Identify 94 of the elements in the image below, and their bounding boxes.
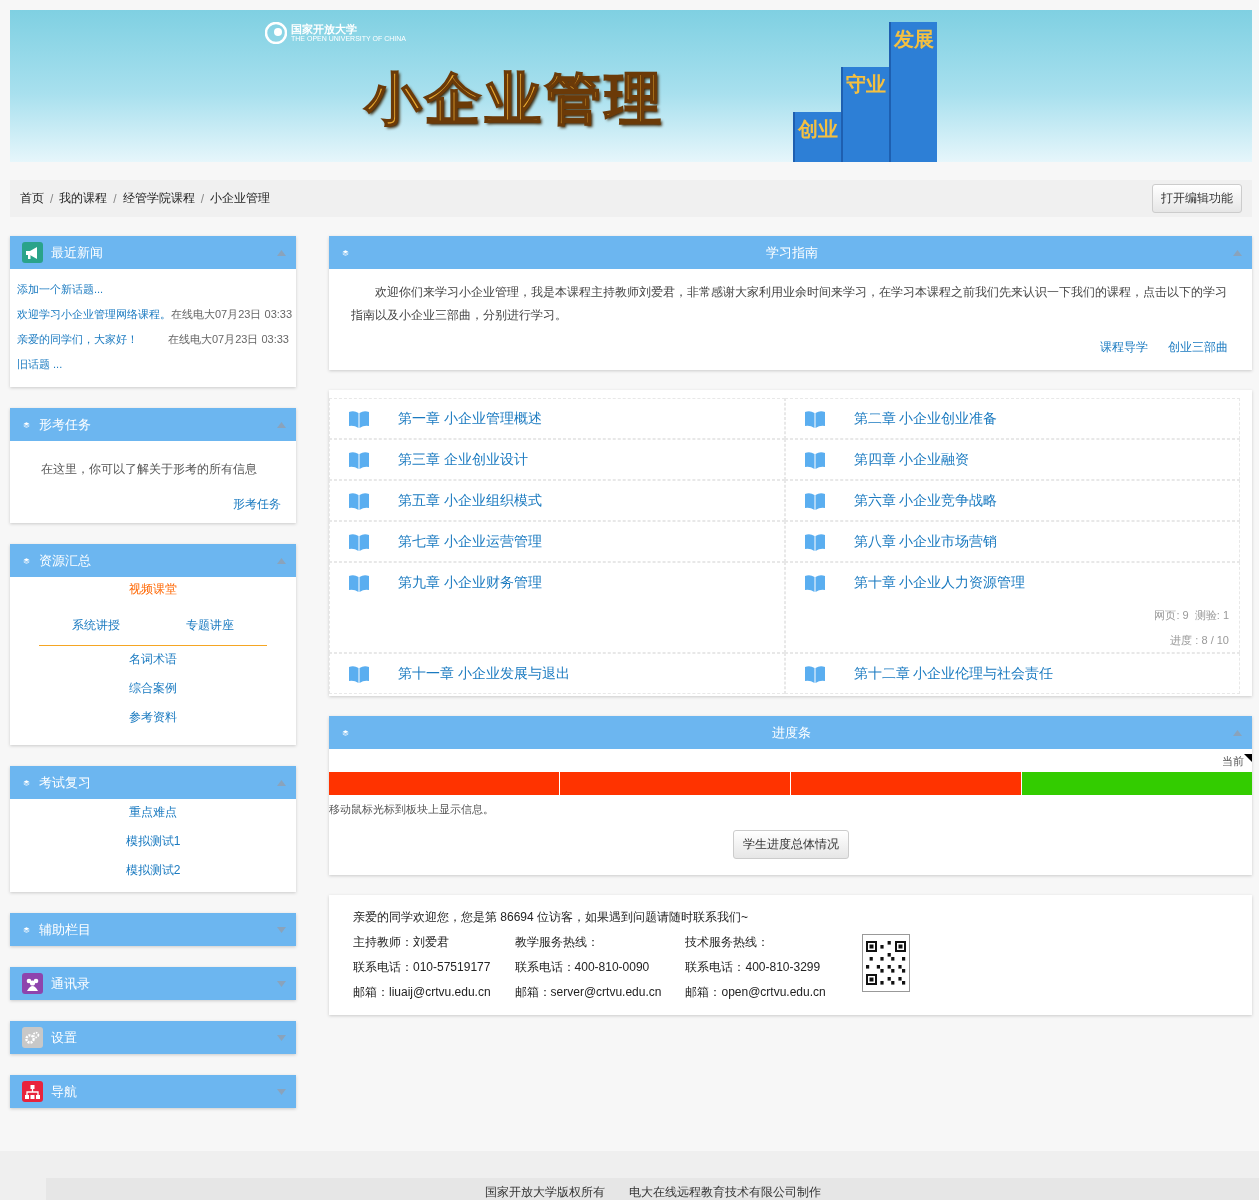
book-icon <box>803 664 826 683</box>
resource-link[interactable]: 参考资料 <box>129 704 177 733</box>
news-meta: 在线电大07月23日 03:33 <box>167 332 289 347</box>
chapter-link[interactable]: 第二章 小企业创业准备 <box>853 409 998 428</box>
progress-segment[interactable] <box>1022 772 1252 795</box>
resource-link[interactable]: 综合案例 <box>129 675 177 704</box>
book-icon <box>803 491 826 510</box>
resource-link[interactable]: 专题讲座 <box>186 612 234 641</box>
stair-step: 创业 <box>793 112 841 162</box>
book-icon <box>348 450 370 469</box>
contact-text: 邮箱：open@crtvu.edu.cn <box>685 984 826 1001</box>
progress-segment[interactable] <box>560 772 790 795</box>
breadcrumb-link[interactable]: 首页 <box>20 190 44 207</box>
book-icon <box>803 409 826 428</box>
book-icon <box>803 450 826 469</box>
chapter-link[interactable]: 第九章 小企业财务管理 <box>398 573 542 592</box>
chapter-link[interactable]: 第五章 小企业组织模式 <box>398 491 542 510</box>
footer-text: 电大在线远程教育技术有限公司制作 <box>628 1183 821 1200</box>
contact-text: 联系电话：010-57519177 <box>353 959 491 976</box>
hint-text: 移动鼠标光标到板块上显示信息。 <box>329 802 495 817</box>
video-link[interactable]: 视频课堂 <box>129 581 177 606</box>
book-icon <box>348 491 370 510</box>
banner-title: 小企业管理 <box>365 67 665 132</box>
edit-mode-button[interactable]: 打开编辑功能 <box>1152 184 1242 213</box>
book-icon <box>348 532 370 551</box>
book-icon <box>348 664 370 683</box>
panel-title: 考试复习 <box>39 773 92 792</box>
resource-link[interactable]: 模拟测试2 <box>125 857 181 886</box>
panel-title: 辅助栏目 <box>39 920 92 939</box>
guide-text: 欢迎你们来学习小企业管理，我是本课程主持教师刘爱君，非常感谢大家利用业余时间来学习，在学习本课程之前我们先来认识一下我们的课程，点击以下的学习指南以及小企业三部曲，分别进行学习。 <box>350 284 1228 324</box>
resource-link[interactable]: 系统讲授 <box>72 612 120 641</box>
panel-title: 通讯录 <box>51 974 91 993</box>
contact-text: 技术服务热线： <box>685 934 771 951</box>
panel-title: 形考任务 <box>39 415 92 434</box>
info-text: 在这里，你可以了解关于形考的所有信息 <box>40 461 258 478</box>
guide-link[interactable]: 创业三部曲 <box>1168 339 1228 356</box>
chapter-link[interactable]: 第十一章 小企业发展与退出 <box>398 664 570 683</box>
old-topics-link[interactable]: 旧话题 ... <box>17 358 63 370</box>
add-topic-link[interactable]: 添加一个新话题... <box>17 283 104 295</box>
contact-text: 主持教师：刘爱君 <box>353 934 450 951</box>
breadcrumb-separator: / <box>113 191 117 206</box>
news-meta: 在线电大07月23日 03:33 <box>171 307 293 322</box>
chapter-link[interactable]: 第六章 小企业竞争战略 <box>853 491 998 510</box>
welcome-text: 亲爱的同学欢迎您，您是第 86694 位访客，如果遇到问题请随时联系我们~ <box>353 909 750 926</box>
breadcrumb-link[interactable]: 经管学院课程 <box>122 190 195 207</box>
contact-text: 联系电话：400-810-3299 <box>685 959 822 976</box>
current-label: 当前 <box>1222 754 1244 769</box>
contact-text: 教学服务热线： <box>514 934 600 951</box>
guide-link[interactable]: 课程导学 <box>1100 339 1148 356</box>
resource-link[interactable]: 重点难点 <box>129 799 177 828</box>
panel-title: 最近新闻 <box>51 243 104 262</box>
chapter-stats: 进度 : 8 / 10 <box>1170 633 1229 648</box>
chapter-link[interactable]: 第四章 小企业融资 <box>853 450 970 469</box>
qr-code <box>861 934 910 992</box>
task-link[interactable]: 形考任务 <box>233 497 281 511</box>
news-link[interactable]: 欢迎学习小企业管理网络课程。 <box>17 307 171 322</box>
panel-title: 导航 <box>51 1082 78 1101</box>
stair-step: 发展 <box>889 22 937 162</box>
breadcrumb-link[interactable]: 小企业管理 <box>210 190 271 207</box>
logo-text: 国家开放大学 <box>291 23 358 35</box>
news-link[interactable]: 亲爱的同学们，大家好！ <box>17 332 138 347</box>
panel-title: 设置 <box>51 1028 78 1047</box>
chapter-stats: 网页: 9 测验: 1 <box>1154 608 1229 623</box>
contact-text: 联系电话：400-810-0090 <box>514 959 651 976</box>
stair-step: 守业 <box>841 67 889 162</box>
chapter-link[interactable]: 第三章 企业创业设计 <box>398 450 528 469</box>
resource-link[interactable]: 名词术语 <box>129 646 177 675</box>
progress-segment[interactable] <box>791 772 1021 795</box>
chapter-link[interactable]: 第八章 小企业市场营销 <box>853 532 998 551</box>
corner-marker-icon <box>1244 754 1252 762</box>
book-icon <box>803 573 826 592</box>
megaphone-icon <box>22 242 43 263</box>
sitemap-icon <box>22 1081 43 1102</box>
book-icon <box>348 409 370 428</box>
chapter-link[interactable]: 第七章 小企业运营管理 <box>398 532 542 551</box>
book-icon <box>803 532 826 551</box>
footer-text: 国家开放大学版权所有 <box>484 1183 605 1200</box>
progress-segment[interactable] <box>329 772 559 795</box>
breadcrumb-separator: / <box>200 191 205 206</box>
chapter-link[interactable]: 第一章 小企业管理概述 <box>398 409 542 428</box>
panel-title: 进度条 <box>771 723 812 742</box>
breadcrumb-separator: / <box>50 191 54 206</box>
logo-icon <box>265 22 287 44</box>
panel-title: 学习指南 <box>764 243 819 262</box>
progress-overview-button[interactable]: 学生进度总体情况 <box>732 830 849 859</box>
gears-icon <box>22 1027 43 1048</box>
resource-link[interactable]: 模拟测试1 <box>125 828 181 857</box>
chapter-link[interactable]: 第十章 小企业人力资源管理 <box>853 573 1026 592</box>
book-icon <box>348 573 370 592</box>
breadcrumb-link[interactable]: 我的课程 <box>59 190 108 207</box>
contact-text: 邮箱：liuaij@crtvu.edu.cn <box>353 984 491 1001</box>
users-icon <box>22 973 43 994</box>
panel-title: 资源汇总 <box>39 551 92 570</box>
contact-text: 邮箱：server@crtvu.edu.cn <box>514 984 662 1001</box>
